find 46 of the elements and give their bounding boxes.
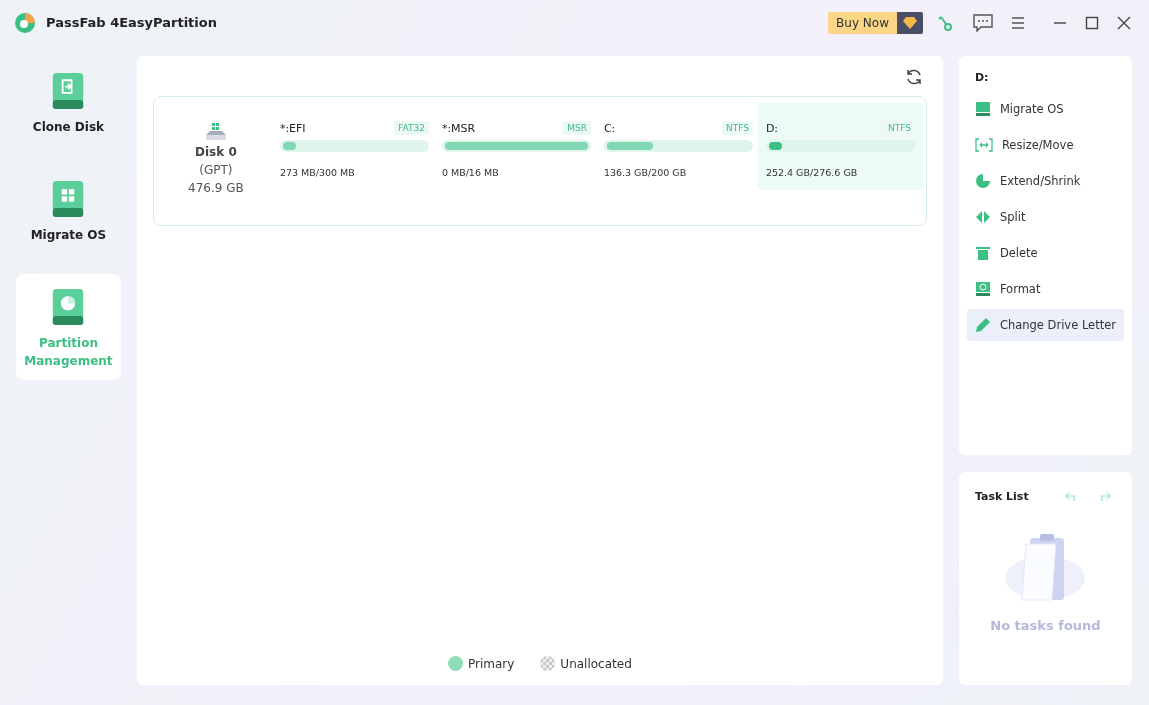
legend-label: Unallocated	[560, 656, 632, 671]
drive-icon	[974, 101, 991, 117]
partition-name: D:	[765, 121, 779, 135]
sidebar-item[interactable]: Migrate OS	[16, 166, 121, 254]
pencil-icon	[974, 317, 991, 333]
action-item[interactable]: Split	[966, 201, 1124, 233]
app-logo-icon	[14, 11, 36, 34]
resize-icon	[974, 138, 993, 152]
usage-text: 252.4 GB/276.6 GB	[765, 167, 858, 178]
action-item[interactable]: Migrate OS	[966, 93, 1124, 125]
empty-message: No tasks found	[990, 618, 1101, 633]
legend-swatch	[448, 656, 463, 671]
usage-text: 136.3 GB/200 GB	[603, 167, 687, 178]
action-item[interactable]: Change Drive Letter	[966, 309, 1124, 341]
action-item[interactable]: Resize/Move	[966, 129, 1124, 161]
diamond-icon	[903, 16, 917, 29]
partition-name: *:EFI	[279, 121, 306, 135]
usage-text: 273 MB/300 MB	[279, 167, 355, 178]
disk-size: 476.9 GB	[188, 180, 244, 197]
pie-icon	[974, 173, 991, 189]
usage-text: 0 MB/16 MB	[441, 167, 499, 178]
drive-icon	[51, 70, 86, 112]
action-item[interactable]: Extend/Shrink	[966, 165, 1124, 197]
trash-icon	[974, 245, 991, 261]
filesystem-tag: NTFS	[721, 121, 753, 135]
partition-name: *:MSR	[441, 121, 476, 135]
drive-icon	[974, 281, 991, 297]
filesystem-tag: MSR	[563, 121, 591, 135]
action-item[interactable]: Delete	[966, 237, 1124, 269]
filesystem-tag: FAT32	[394, 121, 429, 135]
panel-title: D:	[973, 71, 989, 84]
drive-icon	[51, 286, 86, 328]
split-icon	[974, 209, 991, 225]
window-title: PassFab 4EasyPartition	[46, 15, 218, 30]
legend-label: Primary	[468, 656, 515, 671]
drive-icon	[51, 178, 86, 220]
buy-now-button[interactable]: Buy Now	[828, 11, 923, 34]
action-item[interactable]: Format	[966, 273, 1124, 305]
disk-name: Disk 0	[195, 144, 237, 161]
legend-swatch	[540, 656, 556, 671]
partition-scheme: (GPT)	[199, 162, 233, 179]
partition-name: C:	[603, 121, 616, 135]
panel-title: Task List	[974, 489, 1029, 503]
disk-icon	[203, 123, 228, 143]
partition-card[interactable]: D: NTFS 252.4 GB/276.6 GB	[757, 103, 923, 190]
sidebar-item[interactable]: Clone Disk	[16, 58, 121, 146]
